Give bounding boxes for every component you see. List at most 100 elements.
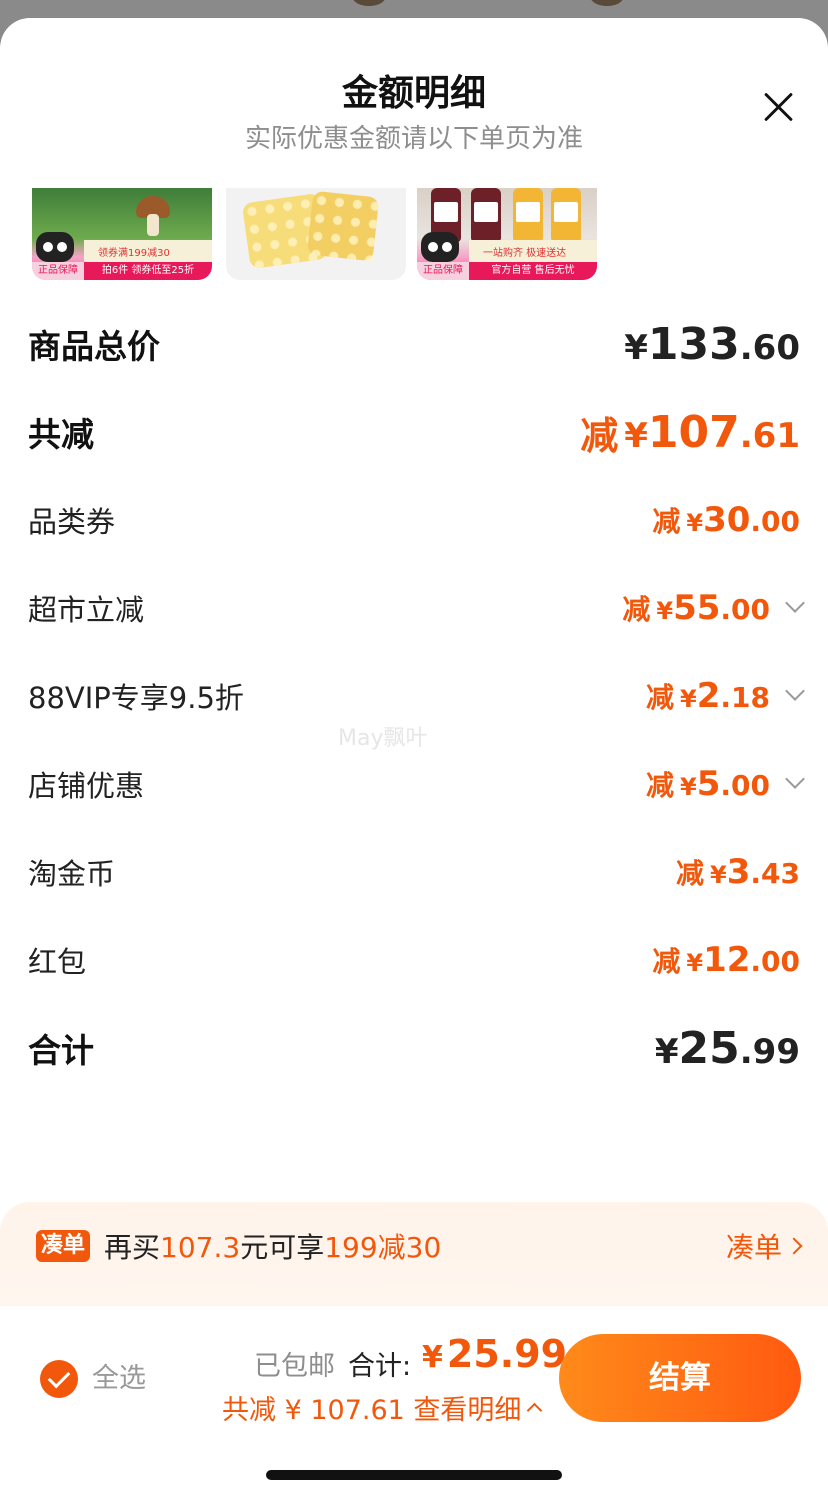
home-indicator[interactable] (266, 1470, 562, 1480)
amount-decimal: .43 (750, 857, 800, 890)
discount-row-taojinbi: 淘金币 减 ¥ 3 .43 (0, 828, 828, 916)
promo-text: 官方自营 售后无忧 (469, 262, 597, 280)
authentic-badge: 正品保障 (32, 262, 84, 280)
amount-decimal: .00 (720, 769, 770, 802)
watermark: May飘叶 (338, 726, 428, 751)
add-on-message: 再买107.3元可享199减30 (104, 1226, 441, 1266)
reduce-prefix: 减 (652, 505, 681, 538)
add-on-tag: 凑单 (36, 1230, 90, 1262)
checkout-button[interactable]: 结算 (559, 1334, 801, 1422)
discount-amount: 减 ¥ 5 .00 (646, 740, 805, 828)
amount-details-sheet: 金额明细 实际优惠金额请以下单页为准 领券满199减30 拍6件 领券低至25折… (0, 18, 828, 1495)
footer-total-amount: ¥ 25.99 (422, 1332, 567, 1376)
sheet-subtitle: 实际优惠金额请以下单页为准 (244, 124, 583, 154)
oyster-sauce-image (551, 188, 581, 242)
amount-integer: 3 (726, 852, 751, 892)
currency-symbol: ¥ (680, 685, 697, 713)
chevron-right-icon (785, 1237, 803, 1255)
add-on-offer: 199减30 (324, 1231, 442, 1264)
amount-decimal: .61 (739, 415, 800, 456)
discount-row-category-coupon: 品类券 减 ¥ 30 .00 (0, 476, 828, 564)
product-thumbnail[interactable]: 领券满199减30 拍6件 领券低至25折 正品保障 (32, 188, 212, 280)
row-label: 店铺优惠 (28, 769, 145, 803)
amount-decimal: .99 (739, 1031, 800, 1072)
currency-symbol: ¥ (710, 861, 727, 889)
subtotal-row: 商品总价 ¥ 133 .60 (0, 300, 828, 388)
tmall-cat-logo (36, 232, 74, 262)
discount-row-red-packet: 红包 减 ¥ 12 .00 (0, 916, 828, 1004)
add-on-link-label: 凑单 (725, 1231, 782, 1264)
amount-decimal: .18 (720, 681, 770, 714)
total-reduction-row: 共减 减 ¥ 107 .61 (0, 388, 828, 476)
reduction-text: 共减 ¥ 107.61 (222, 1395, 405, 1426)
chevron-down-icon[interactable] (785, 681, 805, 701)
amount-decimal: .00 (750, 505, 800, 538)
currency-symbol: ¥ (654, 1031, 679, 1072)
grand-total-amount: ¥ 25 .99 (655, 1004, 800, 1092)
corn-cake-image (306, 190, 380, 262)
select-all-checkbox[interactable] (40, 1360, 78, 1398)
amount-integer: 25 (678, 1022, 740, 1074)
free-shipping-label: 已包邮 (254, 1351, 335, 1382)
subtotal-amount: ¥ 133 .60 (624, 300, 800, 388)
promo-text: 领券满199减30 (98, 248, 170, 259)
oyster-sauce-image (513, 188, 543, 242)
row-label: 红包 (28, 945, 87, 979)
amount-integer: 2 (696, 676, 721, 716)
currency-symbol: ¥ (686, 509, 704, 537)
currency-symbol: ¥ (680, 773, 697, 801)
amount-decimal: .00 (750, 945, 800, 978)
add-on-text: 再买 (104, 1231, 161, 1264)
close-icon[interactable] (764, 92, 794, 122)
amount-integer: 55 (673, 588, 721, 628)
reduce-prefix: 减 (652, 945, 681, 978)
row-label: 共减 (28, 415, 94, 454)
currency-symbol: ¥ (422, 1340, 443, 1375)
discount-amount: 减 ¥ 30 .00 (652, 476, 800, 564)
select-all-label[interactable]: 全选 (92, 1360, 146, 1398)
product-thumbnails: 领券满199减30 拍6件 领券低至25折 正品保障 一站购齐 极速送达 官方自… (32, 188, 632, 280)
sauce-bottle-image (471, 188, 501, 242)
row-label: 商品总价 (28, 327, 160, 366)
amount-integer: 12 (703, 940, 751, 980)
authentic-badge: 正品保障 (417, 262, 469, 280)
sheet-title: 金额明细 (341, 73, 486, 114)
row-label: 淘金币 (28, 857, 116, 891)
discount-amount: 减 ¥ 2 .18 (646, 652, 805, 740)
reduce-prefix: 减 (580, 413, 619, 458)
promo-text: 拍6件 领券低至25折 (84, 262, 212, 280)
backdrop-decor (590, 0, 624, 6)
amount-integer: 5 (696, 764, 721, 804)
discount-amount: 减 ¥ 12 .00 (652, 916, 800, 1004)
total-label: 合计: (348, 1351, 412, 1382)
amount-decimal: .60 (739, 327, 800, 368)
product-thumbnail[interactable] (226, 188, 406, 280)
row-label: 品类券 (28, 505, 116, 539)
reduce-prefix: 减 (646, 769, 675, 802)
currency-symbol: ¥ (624, 415, 648, 456)
tmall-cat-logo (421, 232, 459, 262)
grand-total-row: 合计 ¥ 25 .99 (0, 1004, 828, 1092)
backdrop-decor (352, 0, 386, 6)
discount-row-supermarket[interactable]: 超市立减 减 ¥ 55 .00 (0, 564, 828, 652)
currency-symbol: ¥ (624, 327, 648, 368)
chevron-down-icon[interactable] (785, 593, 805, 613)
reduction-summary[interactable]: 共减 ¥ 107.61 查看明细 (222, 1388, 543, 1427)
discount-amount: 减 ¥ 3 .43 (676, 828, 800, 916)
currency-symbol: ¥ (656, 597, 674, 625)
discount-row-store[interactable]: 店铺优惠 减 ¥ 5 .00 (0, 740, 828, 828)
view-details-link[interactable]: 查看明细 (413, 1388, 521, 1427)
add-on-text: 元可享 (240, 1231, 325, 1264)
discount-amount: 减 ¥ 55 .00 (622, 564, 805, 652)
total-value: 25.99 (446, 1332, 568, 1376)
currency-symbol: ¥ (686, 949, 704, 977)
chevron-down-icon[interactable] (785, 769, 805, 789)
mushroom-image (136, 196, 170, 236)
amount-integer: 30 (703, 500, 751, 540)
add-on-link[interactable]: 凑单 (725, 1226, 803, 1266)
add-on-amount: 107.3 (160, 1231, 241, 1264)
product-thumbnail[interactable]: 一站购齐 极速送达 官方自营 售后无忧 正品保障 (417, 188, 597, 280)
reduce-prefix: 减 (646, 681, 675, 714)
promo-band: 领券满199减30 拍6件 领券低至25折 (84, 240, 212, 280)
row-label: 88VIP专享9.5折 (28, 681, 244, 715)
